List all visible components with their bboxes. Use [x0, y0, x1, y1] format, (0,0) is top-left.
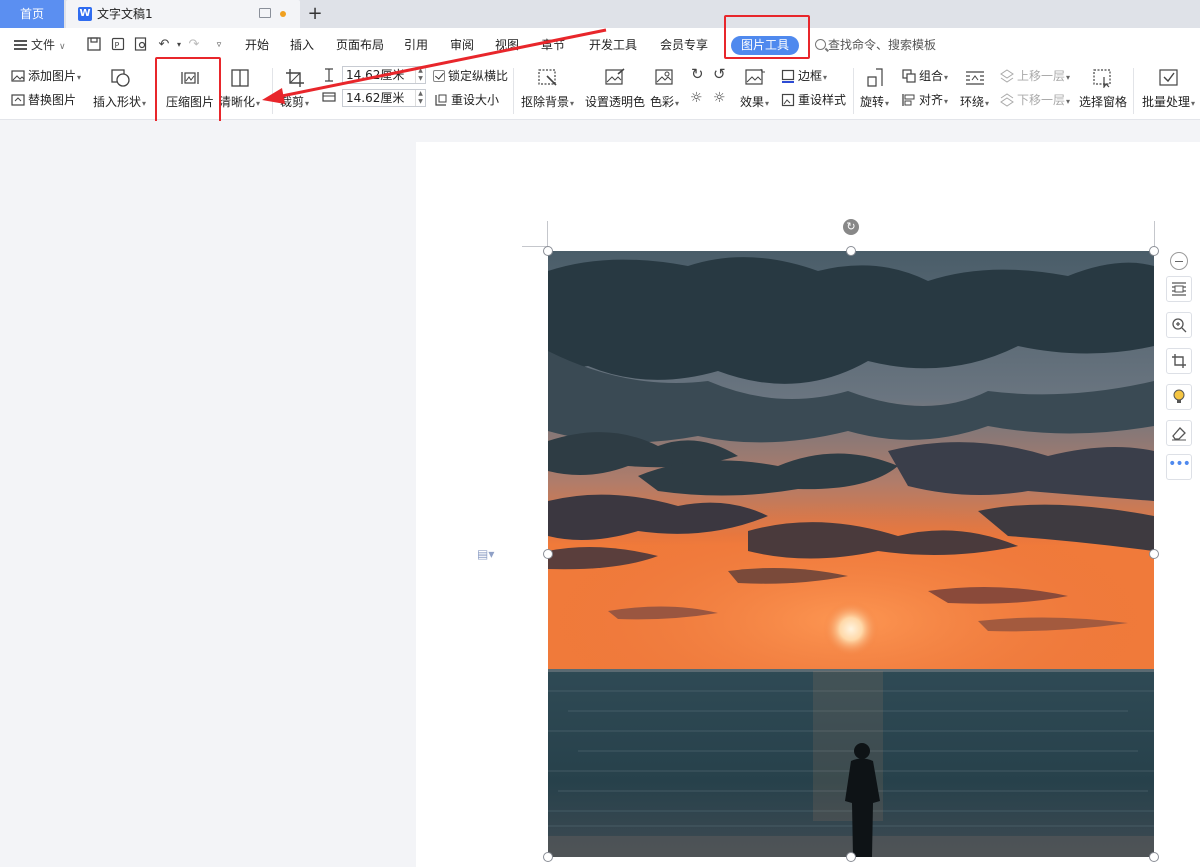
annotation-arrow	[262, 28, 607, 104]
